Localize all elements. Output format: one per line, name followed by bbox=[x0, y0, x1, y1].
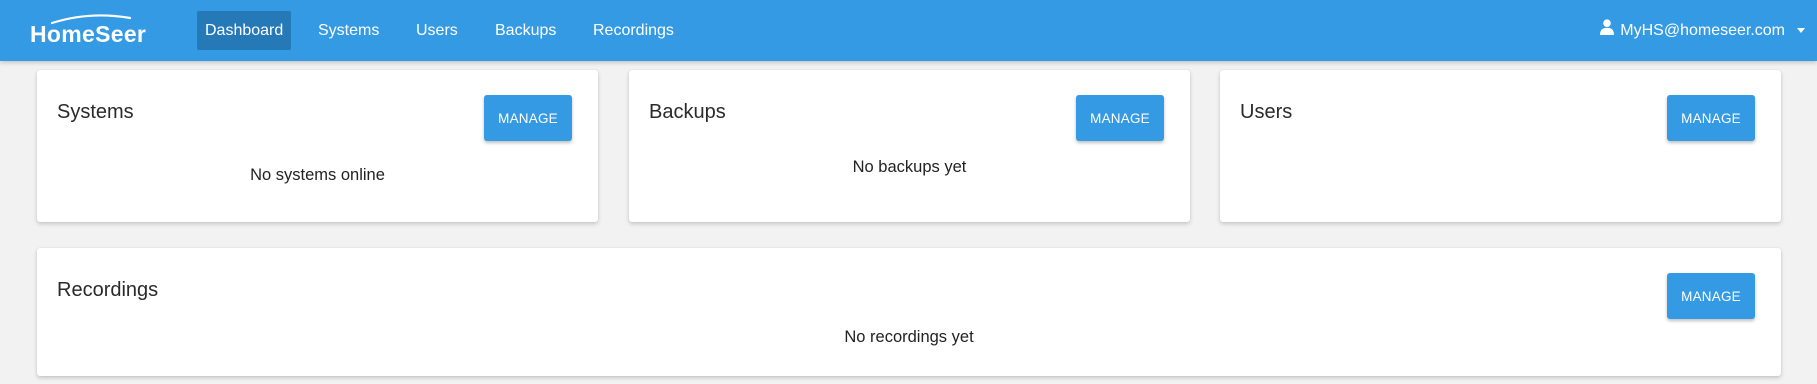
user-icon bbox=[1600, 11, 1615, 50]
backups-card-title: Backups bbox=[649, 101, 726, 123]
backups-empty-message: No backups yet bbox=[852, 158, 967, 176]
manage-systems-button[interactable]: MANAGE bbox=[484, 95, 572, 141]
caret-down-icon bbox=[1797, 28, 1805, 33]
nav-systems[interactable]: Systems bbox=[310, 11, 387, 50]
manage-backups-button[interactable]: MANAGE bbox=[1076, 95, 1164, 141]
systems-card-title: Systems bbox=[57, 101, 134, 123]
manage-users-button[interactable]: MANAGE bbox=[1667, 95, 1755, 141]
users-card-title: Users bbox=[1240, 101, 1293, 123]
user-email: MyHS@homeseer.com bbox=[1620, 22, 1785, 39]
recordings-card: Recordings MANAGE No recordings yet bbox=[37, 248, 1781, 376]
systems-card: Systems MANAGE No systems online bbox=[37, 70, 598, 222]
nav-dashboard[interactable]: Dashboard bbox=[197, 11, 292, 50]
top-navbar: HomeSeer Dashboard Systems Users Backups… bbox=[0, 0, 1817, 61]
recordings-card-title: Recordings bbox=[57, 279, 159, 301]
systems-empty-message: No systems online bbox=[250, 166, 385, 184]
backups-card: Backups MANAGE No backups yet bbox=[629, 70, 1190, 222]
manage-recordings-button[interactable]: MANAGE bbox=[1667, 273, 1755, 319]
user-account-menu[interactable]: MyHS@homeseer.com bbox=[1600, 11, 1805, 50]
nav-users[interactable]: Users bbox=[408, 11, 466, 50]
recordings-empty-message: No recordings yet bbox=[844, 328, 974, 346]
nav-recordings[interactable]: Recordings bbox=[585, 11, 682, 50]
nav-backups[interactable]: Backups bbox=[487, 11, 564, 50]
homeseer-logo[interactable]: HomeSeer bbox=[30, 13, 176, 45]
users-card: Users MANAGE bbox=[1220, 70, 1781, 222]
svg-text:HomeSeer: HomeSeer bbox=[30, 21, 146, 45]
